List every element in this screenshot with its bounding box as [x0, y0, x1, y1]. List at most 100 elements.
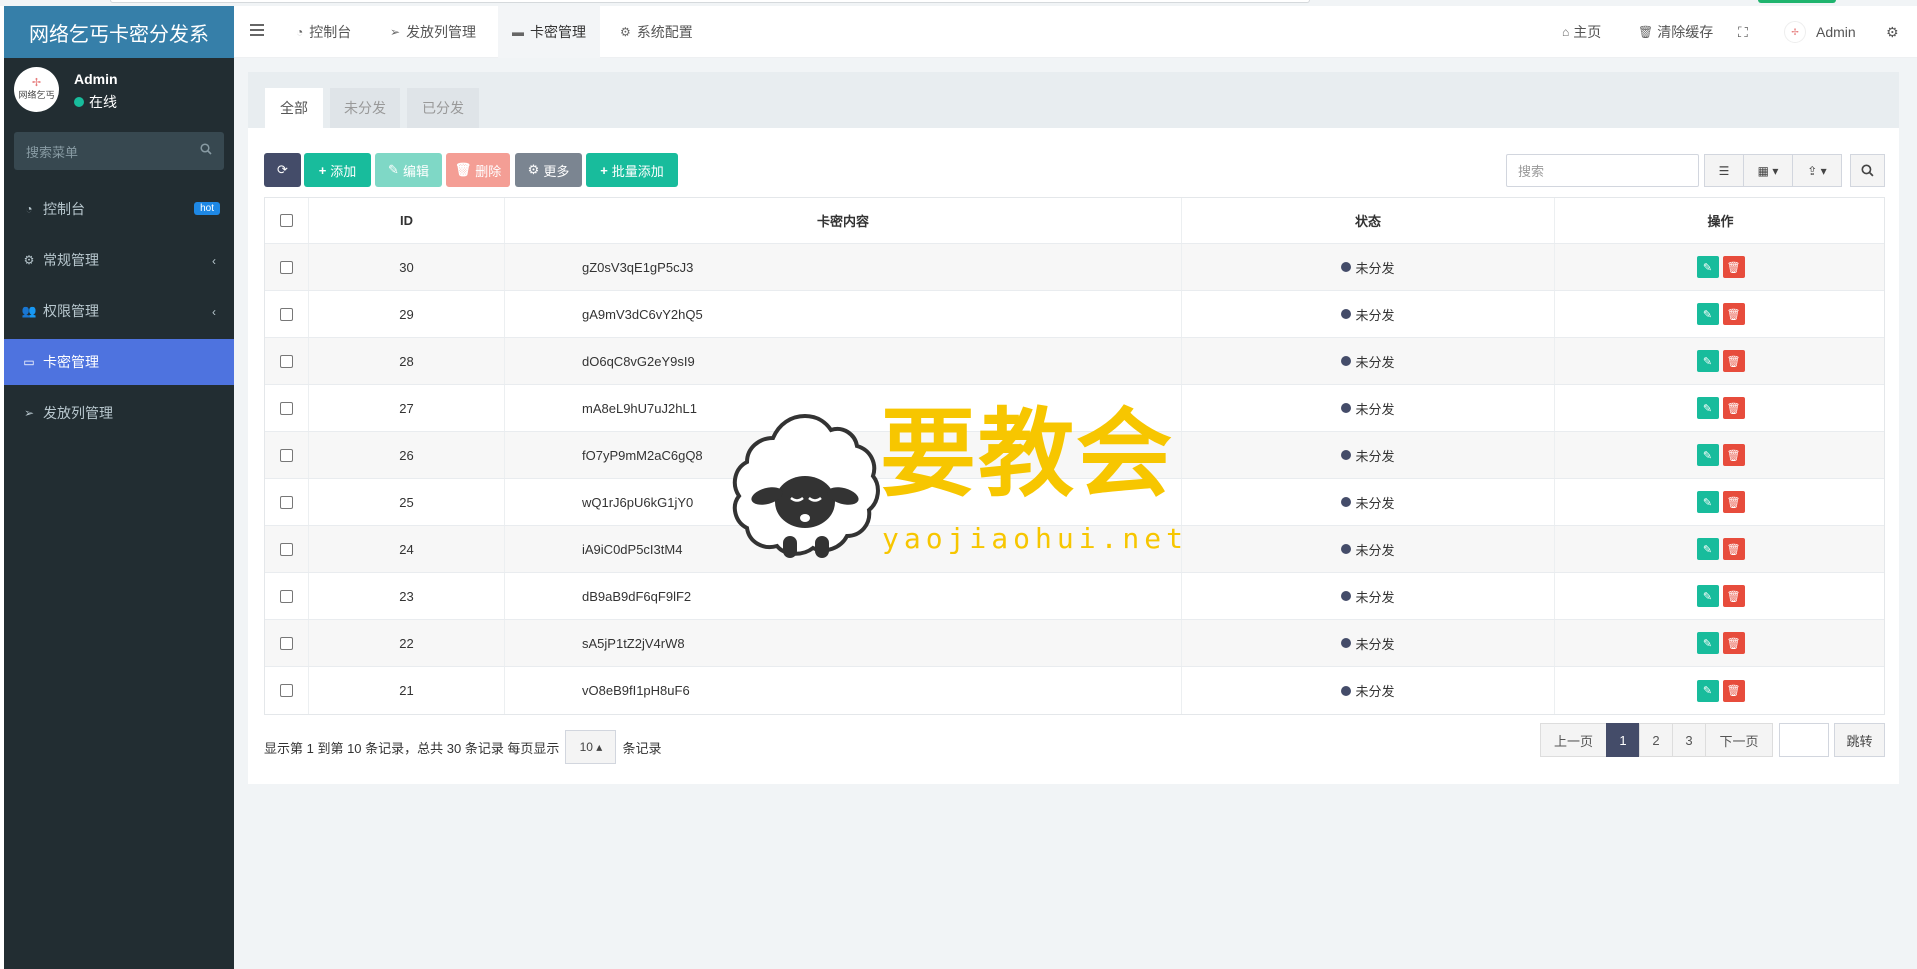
clear-cache-button[interactable]: 🗑 清除缓存: [1638, 6, 1713, 58]
card-icon: ▬: [512, 25, 524, 39]
menu-toggle-icon[interactable]: [250, 24, 264, 38]
row-checkbox[interactable]: [280, 636, 293, 650]
edit-row-button[interactable]: ✎: [1696, 397, 1719, 419]
pencil-icon: ✎: [388, 162, 399, 177]
table-row: 23 dB9aB9dF6qF9lF2 未分发 ✎ 🗑: [265, 573, 1884, 620]
select-all-cell: [265, 198, 309, 243]
refresh-button[interactable]: ⟳: [264, 153, 301, 187]
tab-dashboard[interactable]: ◔ 控制台: [282, 6, 365, 58]
page-2-button[interactable]: 2: [1639, 723, 1673, 757]
cell-id: 23: [309, 573, 505, 619]
trash-icon: 🗑: [1726, 685, 1741, 697]
sidebar-item-cards[interactable]: ▭ 卡密管理: [4, 339, 234, 385]
page-1-button[interactable]: 1: [1606, 723, 1640, 757]
edit-row-button[interactable]: ✎: [1696, 585, 1719, 607]
cell-id: 21: [309, 667, 505, 714]
row-checkbox[interactable]: [280, 495, 293, 509]
page-3-button[interactable]: 3: [1672, 723, 1706, 757]
select-all-checkbox[interactable]: [280, 214, 293, 227]
sidebar-item-distribution[interactable]: ➢ 发放列管理: [4, 390, 234, 436]
row-checkbox[interactable]: [280, 307, 293, 321]
trash-icon: 🗑: [1726, 308, 1741, 321]
fullscreen-icon[interactable]: ⛶: [1738, 6, 1748, 58]
pencil-icon: ✎: [1702, 590, 1713, 603]
column-header-content[interactable]: 卡密内容: [505, 198, 1182, 243]
pencil-icon: ✎: [1702, 355, 1713, 368]
delete-row-button[interactable]: 🗑: [1722, 256, 1745, 278]
add-button[interactable]: + 添加: [304, 153, 371, 187]
page-size-select[interactable]: 10 ▴: [565, 730, 617, 764]
search-button[interactable]: [1850, 154, 1885, 187]
row-checkbox[interactable]: [280, 684, 293, 697]
row-checkbox[interactable]: [280, 589, 293, 603]
sidebar-search-input[interactable]: 搜索菜单: [14, 132, 224, 170]
more-button[interactable]: ⚙ 更多: [515, 153, 582, 187]
delete-row-button[interactable]: 🗑: [1722, 350, 1745, 372]
tab-cards[interactable]: ▬ 卡密管理: [498, 6, 600, 58]
tab-all[interactable]: 全部: [265, 88, 323, 128]
edit-row-button[interactable]: ✎: [1696, 303, 1719, 325]
sidebar-item-general[interactable]: ⚙ 常规管理 ‹: [4, 237, 234, 283]
cell-card-content: sA5jP1tZ2jV4rW8: [505, 620, 1182, 666]
edit-row-button[interactable]: ✎: [1696, 256, 1719, 278]
edit-button[interactable]: ✎ 编辑: [375, 153, 442, 187]
delete-button[interactable]: 🗑 删除: [446, 153, 510, 187]
tab-system-config[interactable]: ⚙ 系统配置: [606, 6, 707, 58]
status-dot-icon: [1341, 356, 1352, 366]
home-link[interactable]: ⌂ 主页: [1562, 6, 1601, 58]
row-checkbox[interactable]: [280, 354, 293, 368]
admin-menu[interactable]: ✢ Admin: [1784, 6, 1856, 58]
edit-row-button[interactable]: ✎: [1696, 538, 1719, 560]
row-checkbox[interactable]: [280, 542, 293, 556]
delete-row-button[interactable]: 🗑: [1722, 632, 1745, 654]
edit-label: 编辑: [402, 163, 429, 179]
delete-row-button[interactable]: 🗑: [1722, 585, 1745, 607]
cell-operations: ✎ 🗑: [1555, 667, 1886, 714]
sidebar-item-permissions[interactable]: 👥 权限管理 ‹: [4, 288, 234, 334]
status-dot-icon: [1341, 309, 1352, 319]
row-checkbox[interactable]: [280, 448, 293, 462]
delete-row-button[interactable]: 🗑: [1722, 444, 1745, 466]
jump-page-input[interactable]: [1779, 723, 1829, 757]
export-button[interactable]: ⇪ ▾: [1792, 154, 1842, 187]
cell-id: 30: [309, 244, 505, 290]
browser-green-indicator: [1758, 0, 1836, 3]
edit-row-button[interactable]: ✎: [1696, 491, 1719, 513]
column-header-status[interactable]: 状态: [1182, 198, 1555, 243]
delete-row-button[interactable]: 🗑: [1722, 491, 1745, 513]
delete-row-button[interactable]: 🗑: [1722, 303, 1745, 325]
jump-button[interactable]: 跳转: [1834, 723, 1885, 757]
toggle-view-button[interactable]: ☰: [1704, 154, 1744, 187]
row-checkbox[interactable]: [280, 260, 293, 274]
column-header-id[interactable]: ID: [309, 198, 505, 243]
tab-distributed[interactable]: 已分发: [407, 88, 479, 128]
app-logo-title[interactable]: 网络乞丐卡密分发系: [4, 6, 234, 58]
search-icon[interactable]: [200, 143, 212, 155]
tab-label: 系统配置: [636, 24, 693, 40]
sidebar-item-dashboard[interactable]: ◔ 控制台 hot: [4, 186, 234, 232]
user-name: Admin: [74, 71, 118, 87]
columns-button[interactable]: ▦ ▾: [1743, 154, 1793, 187]
batch-add-button[interactable]: + 批量添加: [586, 153, 678, 187]
delete-row-button[interactable]: 🗑: [1722, 679, 1745, 702]
tab-distribution[interactable]: ➢ 发放列管理: [376, 6, 490, 58]
status-dot-icon: [1341, 638, 1352, 648]
edit-row-button[interactable]: ✎: [1696, 679, 1719, 702]
settings-gears-icon[interactable]: ⚙: [1886, 6, 1899, 58]
users-icon: 👥: [21, 304, 37, 318]
edit-row-button[interactable]: ✎: [1696, 632, 1719, 654]
delete-row-button[interactable]: 🗑: [1722, 397, 1745, 419]
row-select-cell: [265, 432, 309, 478]
delete-row-button[interactable]: 🗑: [1722, 538, 1745, 560]
edit-row-button[interactable]: ✎: [1696, 350, 1719, 372]
table-search-input[interactable]: 搜索: [1506, 154, 1699, 187]
tab-undistributed[interactable]: 未分发: [330, 88, 400, 128]
status-dot-icon: [1341, 403, 1352, 413]
row-checkbox[interactable]: [280, 401, 293, 415]
cell-status: 未分发: [1182, 338, 1555, 384]
next-page-button[interactable]: 下一页: [1705, 723, 1773, 757]
cell-id: 22: [309, 620, 505, 666]
prev-page-button[interactable]: 上一页: [1540, 723, 1607, 757]
home-label: 主页: [1573, 24, 1602, 40]
edit-row-button[interactable]: ✎: [1696, 444, 1719, 466]
